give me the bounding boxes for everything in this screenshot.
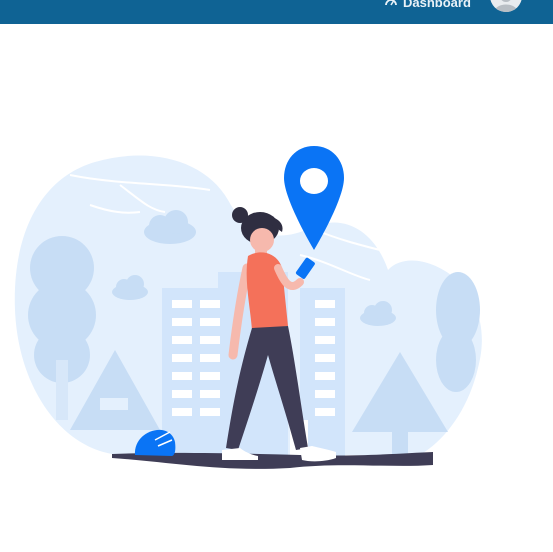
- dashboard-link[interactable]: Dashboard: [385, 0, 471, 11]
- gauge-icon: [385, 0, 397, 6]
- user-avatar[interactable]: [490, 0, 522, 12]
- user-avatar-icon: [494, 0, 518, 12]
- hero-illustration: [14, 146, 482, 469]
- dashboard-label: Dashboard: [403, 0, 471, 10]
- top-navbar: Dashboard: [0, 0, 553, 24]
